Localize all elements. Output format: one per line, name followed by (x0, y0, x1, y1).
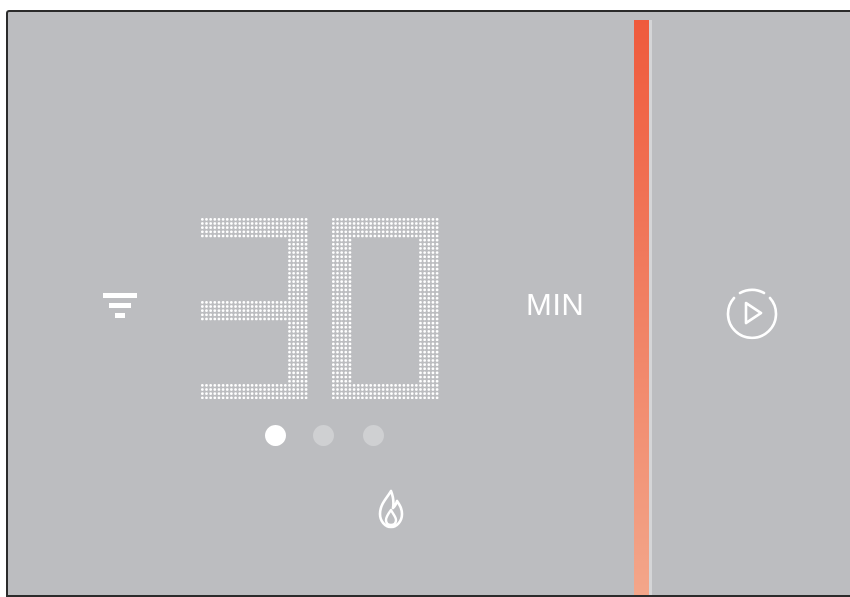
timer-digit-tens (201, 218, 308, 399)
timer-unit-label: MIN (526, 287, 585, 322)
page-indicator (262, 425, 392, 447)
thermostat-panel: MIN (6, 10, 850, 597)
timer-digit-ones (332, 218, 439, 399)
page-dot-3[interactable] (363, 425, 384, 446)
page-dot-1[interactable] (265, 425, 286, 446)
play-circle-icon[interactable] (724, 285, 780, 341)
flame-icon (378, 489, 404, 529)
divider-line (649, 20, 652, 595)
wifi-icon (103, 293, 137, 318)
accent-bar (634, 20, 649, 595)
page-dot-2[interactable] (313, 425, 334, 446)
